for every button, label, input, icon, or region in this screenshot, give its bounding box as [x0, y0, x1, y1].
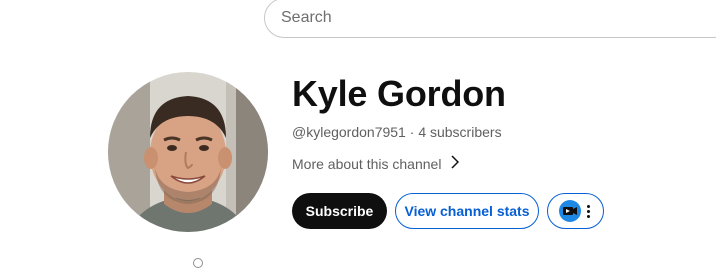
extension-menu-button[interactable] [547, 193, 604, 229]
chevron-right-icon [451, 154, 460, 174]
more-about-channel-link[interactable]: More about this channel [292, 154, 460, 174]
meta-separator: · [405, 124, 419, 140]
search-box[interactable] [264, 0, 716, 38]
subscribe-button[interactable]: Subscribe [292, 193, 387, 229]
partial-icon [193, 258, 203, 268]
extension-logo-icon [559, 200, 581, 222]
search-input[interactable] [281, 7, 701, 29]
channel-handle: @kylegordon7951 [292, 124, 406, 140]
subscriber-count: 4 subscribers [418, 124, 502, 140]
more-about-label: More about this channel [292, 156, 442, 172]
channel-avatar[interactable] [108, 72, 268, 232]
channel-name: Kyle Gordon [292, 73, 506, 114]
more-vert-icon[interactable] [587, 204, 590, 218]
channel-meta: @kylegordon7951 · 4 subscribers [292, 123, 502, 141]
view-channel-stats-button[interactable]: View channel stats [395, 193, 539, 229]
